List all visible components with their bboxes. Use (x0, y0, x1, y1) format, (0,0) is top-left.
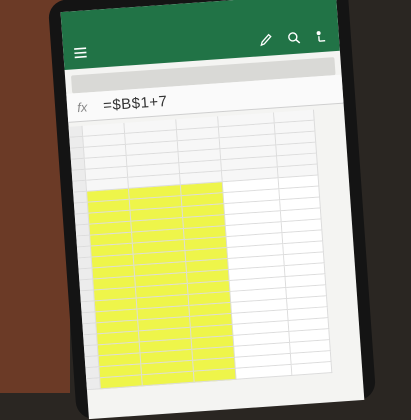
hamburger-menu-icon[interactable] (73, 45, 88, 60)
spreadsheet-grid[interactable] (68, 108, 363, 391)
pen-icon[interactable] (258, 32, 273, 47)
formula-text[interactable]: =$B$1+7 (103, 92, 168, 113)
highlighted-cell[interactable] (193, 368, 237, 383)
highlighted-cell[interactable] (142, 371, 195, 387)
spreadsheet-app-screen: fx =$B$1+7 (60, 0, 365, 420)
sheet-status-label (295, 380, 356, 396)
search-icon[interactable] (286, 30, 301, 45)
toolbar-actions (258, 28, 329, 47)
grid-cell[interactable] (291, 362, 333, 376)
row-header-cell[interactable] (86, 378, 101, 391)
highlighted-cell[interactable] (100, 375, 143, 390)
fx-label: fx (76, 98, 88, 115)
phone-device: fx =$B$1+7 (47, 0, 377, 420)
share-icon[interactable] (314, 28, 329, 43)
